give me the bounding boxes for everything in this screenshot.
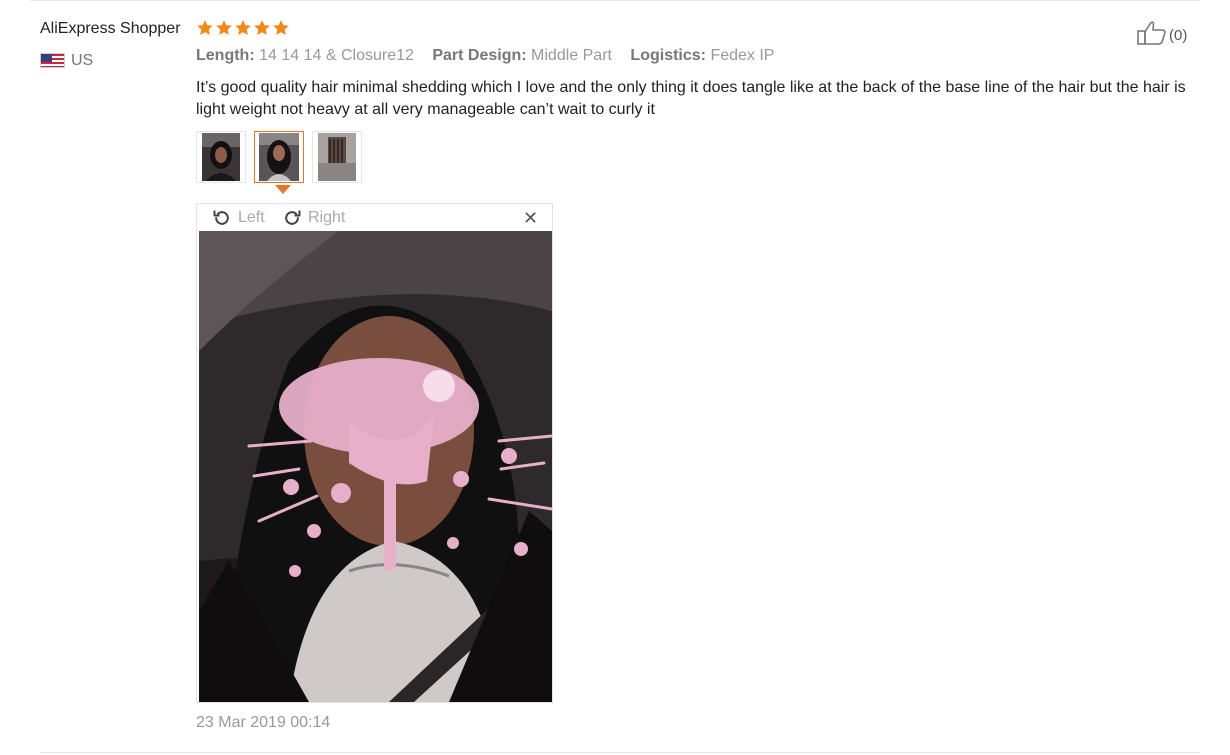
rotate-right-label: Right [308, 209, 346, 226]
attribute-key: Length: [196, 47, 255, 64]
review-thumbnail[interactable] [312, 131, 362, 183]
attribute-key: Logistics: [630, 47, 706, 64]
reviewer-country: US [71, 52, 94, 69]
review-date: 23 Mar 2019 00:14 [196, 714, 331, 731]
thumbnail-image [259, 133, 299, 181]
attribute-logistics: Logistics: Fedex IP [630, 47, 774, 65]
star-icon [253, 19, 271, 37]
us-flag-icon [40, 53, 65, 68]
bottom-divider [40, 752, 1200, 753]
star-icon [215, 19, 233, 37]
thumbnail-image [202, 133, 240, 181]
review-thumbnail[interactable] [196, 131, 246, 183]
rotate-right-button[interactable]: Right [282, 208, 345, 228]
review-image-thumbnails [196, 131, 362, 183]
attribute-value: Fedex IP [710, 47, 775, 64]
reviewer-name: AliExpress Shopper [40, 20, 181, 37]
attribute-value: Middle Part [531, 47, 612, 64]
helpful-button[interactable]: (0) [1137, 20, 1187, 51]
attribute-key: Part Design: [432, 47, 527, 64]
rotate-left-label: Left [238, 209, 265, 226]
star-icon [196, 19, 214, 37]
helpful-count: (0) [1169, 27, 1188, 44]
image-viewer: Left Right ✕ [196, 203, 553, 703]
selected-thumbnail-pointer [275, 185, 291, 194]
star-rating [196, 19, 290, 37]
rotate-left-icon [212, 208, 232, 228]
rotate-left-button[interactable]: Left [212, 208, 265, 228]
top-divider [30, 0, 1200, 1]
rotate-right-icon [282, 208, 302, 228]
star-icon [272, 19, 290, 37]
star-icon [234, 19, 252, 37]
attribute-value: 14 14 14 & Closure12 [259, 47, 414, 64]
attribute-length: Length: 14 14 14 & Closure12 [196, 47, 414, 65]
review-text: It’s good quality hair minimal shedding … [196, 79, 1186, 118]
review-photo [199, 231, 552, 702]
thumbs-up-icon [1137, 20, 1167, 51]
review-thumbnail-selected[interactable] [254, 131, 304, 183]
thumbnail-image [318, 133, 356, 181]
close-icon[interactable]: ✕ [523, 209, 538, 227]
attribute-part-design: Part Design: Middle Part [432, 47, 612, 65]
product-attributes: Length: 14 14 14 & Closure12 Part Design… [196, 47, 788, 65]
image-viewer-toolbar: Left Right ✕ [197, 204, 552, 231]
